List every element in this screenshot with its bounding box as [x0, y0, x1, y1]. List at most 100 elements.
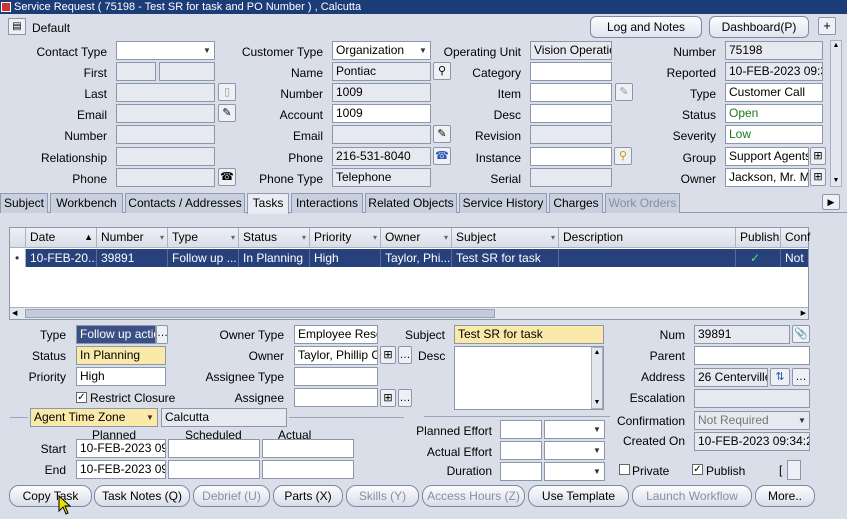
duration-field[interactable]	[500, 462, 542, 481]
table-cell-subject[interactable]: Test SR for task	[452, 249, 559, 267]
item-field[interactable]	[530, 83, 612, 102]
first-field-2[interactable]	[159, 62, 215, 81]
lov-icon[interactable]: ⊞	[810, 168, 826, 186]
group-field[interactable]: Support Agents	[725, 147, 809, 166]
scroll-left-icon[interactable]: ◀	[12, 308, 17, 319]
more-button[interactable]: More..	[755, 485, 815, 507]
parts-button[interactable]: Parts (X)	[273, 485, 343, 507]
sr-number-field[interactable]: 75198	[725, 41, 823, 60]
table-cell-description[interactable]	[559, 249, 736, 267]
task-notes-button[interactable]: Task Notes (Q)	[94, 485, 190, 507]
phone-icon[interactable]: ☎	[218, 168, 236, 186]
table-cell-date[interactable]: 10-FEB-20...	[26, 249, 97, 267]
operating-unit-field[interactable]: Vision Operatio	[530, 41, 612, 60]
contact-phone-field[interactable]	[116, 168, 215, 187]
flashlight-icon[interactable]: ⚲	[433, 62, 451, 80]
task-status-field[interactable]: In Planning	[76, 346, 166, 365]
reported-field[interactable]: 10-FEB-2023 09:34	[725, 62, 823, 81]
column-header-subject[interactable]: Subject ▾	[452, 228, 559, 248]
ellipsis-icon[interactable]: …	[156, 325, 168, 344]
parent-field[interactable]	[694, 346, 810, 365]
scroll-right-icon[interactable]: ▶	[801, 308, 806, 319]
skills-button[interactable]: Skills (Y)	[346, 485, 419, 507]
owner-type-field[interactable]: Employee Reso	[294, 325, 378, 344]
desc-scrollbar[interactable]: ▲ ▼	[591, 347, 603, 409]
created-on-field[interactable]: 10-FEB-2023 09:34:23	[694, 432, 810, 451]
subject-field[interactable]: Test SR for task	[454, 325, 604, 344]
publish-checkbox[interactable]: ✓	[692, 464, 703, 475]
account-field[interactable]: 1009	[332, 104, 431, 123]
dashboard-button[interactable]: Dashboard(P)	[709, 16, 809, 38]
task-num-field[interactable]: 39891	[694, 325, 790, 344]
document-icon[interactable]: ▯	[218, 83, 236, 101]
tab-work-orders[interactable]: Work Orders	[605, 193, 680, 213]
serial-field[interactable]	[530, 168, 612, 187]
column-header-number[interactable]: Number ▾	[97, 228, 168, 248]
instance-field[interactable]	[530, 147, 612, 166]
scroll-down-icon[interactable]: ▼	[831, 176, 841, 186]
planned-effort-field[interactable]	[500, 420, 542, 439]
assignee-type-field[interactable]	[294, 367, 378, 386]
lov-icon[interactable]: ⊞	[810, 147, 826, 165]
scroll-up-icon[interactable]: ▲	[831, 41, 841, 51]
tab-scroll-right-icon[interactable]: ▶	[822, 194, 840, 210]
tab-contacts-addresses[interactable]: Contacts / Addresses	[125, 193, 245, 213]
header-scrollbar[interactable]: ▲ ▼	[830, 40, 842, 187]
escalation-field[interactable]	[694, 389, 810, 408]
column-header-description[interactable]: Description	[559, 228, 736, 248]
time-zone-select[interactable]: Agent Time Zone ▼	[30, 408, 158, 427]
table-cell-type[interactable]: Follow up ...	[168, 249, 239, 267]
planned-start-field[interactable]: 10-FEB-2023 09:3	[76, 439, 166, 458]
time-zone-value[interactable]: Calcutta	[161, 408, 287, 427]
phone-type-field[interactable]: Telephone	[332, 168, 431, 187]
tab-workbench[interactable]: Workbench	[50, 193, 123, 213]
scheduled-start-field[interactable]	[168, 439, 260, 458]
access-hours-button[interactable]: Access Hours (Z)	[422, 485, 525, 507]
ellipsis-icon[interactable]: …	[792, 368, 810, 386]
actual-effort-uom-select[interactable]: ▼	[544, 441, 605, 460]
customer-phone-field[interactable]: 216-531-8040	[332, 147, 431, 166]
desc-field[interactable]	[530, 104, 612, 123]
planned-effort-uom-select[interactable]: ▼	[544, 420, 605, 439]
category-field[interactable]	[530, 62, 612, 81]
tab-service-history[interactable]: Service History	[459, 193, 547, 213]
actual-effort-field[interactable]	[500, 441, 542, 460]
address-field[interactable]: 26 Centerville	[694, 368, 768, 387]
expand-icon[interactable]: +	[818, 17, 836, 35]
tab-tasks[interactable]: Tasks	[247, 193, 289, 214]
task-priority-field[interactable]: High	[76, 367, 166, 386]
table-cell-conf[interactable]: Not R	[781, 249, 808, 267]
email-field[interactable]	[116, 104, 215, 123]
log-notes-button[interactable]: Log and Notes	[590, 16, 702, 38]
use-template-button[interactable]: Use Template	[528, 485, 629, 507]
private-checkbox[interactable]	[619, 464, 630, 475]
flashlight-icon[interactable]: ⚲	[614, 147, 632, 165]
contact-number-field[interactable]	[116, 125, 215, 144]
column-header-conf[interactable]: Conf	[781, 228, 810, 248]
launch-workflow-button[interactable]: Launch Workflow	[632, 485, 752, 507]
task-desc-textarea[interactable]	[454, 346, 604, 410]
indicator-box[interactable]	[787, 460, 801, 480]
task-owner-field[interactable]: Taylor, Phillip C	[294, 346, 378, 365]
task-type-field[interactable]: Follow up actio	[76, 325, 156, 344]
folder-icon[interactable]: ▤	[8, 18, 26, 35]
customer-type-select[interactable]: Organization ▼	[332, 41, 431, 60]
phone-icon[interactable]: ☎	[433, 147, 451, 165]
column-header-publish[interactable]: Publish	[736, 228, 781, 248]
first-field[interactable]	[116, 62, 156, 81]
relationship-field[interactable]	[116, 147, 215, 166]
restrict-closure-checkbox[interactable]: ✓	[76, 392, 87, 403]
tab-charges[interactable]: Charges	[549, 193, 603, 213]
sr-type-field[interactable]: Customer Call	[725, 83, 823, 102]
actual-end-field[interactable]	[262, 460, 354, 479]
column-header-type[interactable]: Type ▾	[168, 228, 239, 248]
tab-subject[interactable]: Subject	[0, 193, 48, 213]
scheduled-end-field[interactable]	[168, 460, 260, 479]
ellipsis-icon[interactable]: …	[398, 346, 412, 364]
severity-field[interactable]: Low	[725, 125, 823, 144]
customer-number-field[interactable]: 1009	[332, 83, 431, 102]
column-header-priority[interactable]: Priority ▾	[310, 228, 381, 248]
confirmation-select[interactable]: Not Required ▼	[694, 411, 810, 430]
scroll-up-icon[interactable]: ▲	[592, 348, 602, 358]
address-lookup-icon[interactable]: ⇅	[770, 368, 790, 386]
